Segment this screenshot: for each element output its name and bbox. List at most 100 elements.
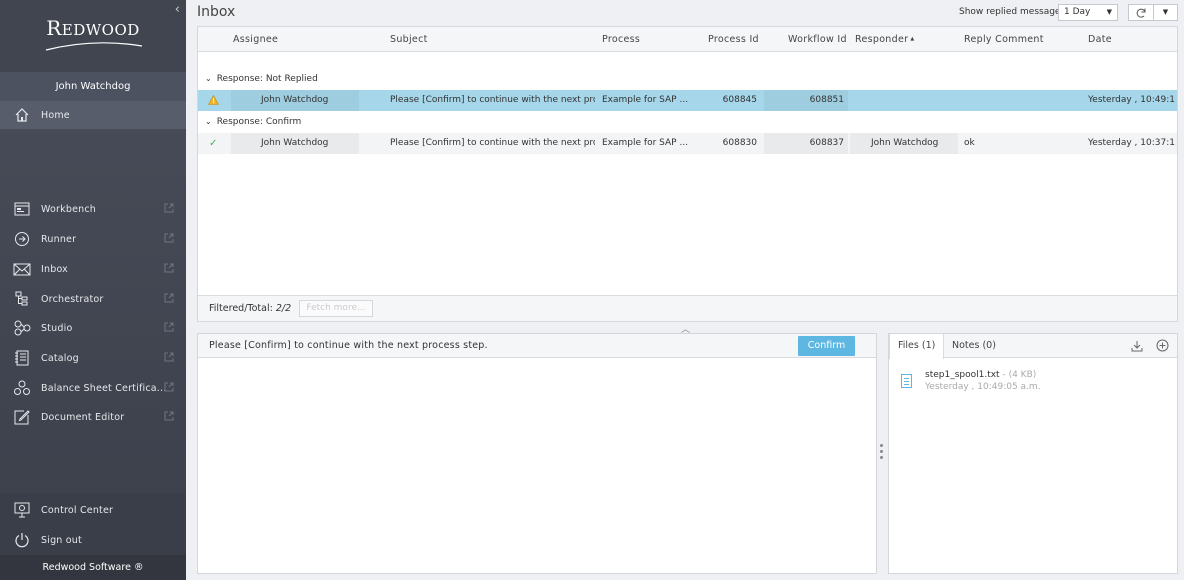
refresh-button[interactable] — [1128, 4, 1154, 21]
document-editor-icon — [11, 408, 33, 426]
control-center-icon — [11, 501, 33, 519]
col-assignee[interactable]: Assignee — [233, 27, 278, 52]
nav-balance-sheet[interactable]: Balance Sheet Certifica... — [0, 373, 186, 403]
text-file-icon — [901, 374, 912, 388]
collapse-sidebar-icon[interactable]: ‹ — [175, 2, 180, 17]
cell-responder: John Watchdog — [850, 133, 958, 154]
open-external-icon[interactable] — [164, 411, 174, 421]
nav-studio[interactable]: Studio — [0, 313, 186, 343]
cell-reply-comment — [964, 90, 1074, 111]
group-confirm[interactable]: ⌄ Response: Confirm — [198, 112, 1177, 132]
cell-workflow-id: 608837 — [764, 133, 848, 154]
page-title: Inbox — [197, 4, 236, 20]
col-date[interactable]: Date — [1088, 27, 1112, 52]
panel-resize-handle[interactable] — [880, 444, 884, 462]
col-workflow-id[interactable]: Workflow Id — [788, 27, 847, 52]
catalog-icon — [11, 349, 33, 367]
home-icon — [11, 106, 33, 124]
tab-files[interactable]: Files (1) — [889, 334, 945, 359]
confirm-button[interactable]: Confirm — [798, 336, 855, 356]
nav-sign-out[interactable]: Sign out — [0, 525, 186, 555]
col-process[interactable]: Process — [602, 27, 640, 52]
col-reply-comment[interactable]: Reply Comment — [964, 27, 1044, 52]
logo-area: ‹ REDWOOD — [0, 0, 186, 72]
checkmark-icon: ✓ — [209, 138, 218, 149]
refresh-options-dropdown[interactable]: ▼ — [1154, 4, 1178, 21]
open-external-icon[interactable] — [164, 382, 174, 392]
fetch-more-button[interactable]: Fetch more... — [299, 300, 373, 317]
cell-process: Example for SAP ... — [602, 138, 689, 148]
open-external-icon[interactable] — [164, 352, 174, 362]
nav-home[interactable]: Home — [0, 101, 186, 129]
file-name-text: step1_spool1.txt — [925, 370, 1000, 380]
open-external-icon[interactable] — [164, 233, 174, 243]
table-row[interactable]: John Watchdog Please [Confirm] to contin… — [198, 90, 1177, 111]
nav-runner-label: Runner — [41, 233, 77, 245]
nav-studio-label: Studio — [41, 322, 73, 334]
cell-subject: Please [Confirm] to continue with the ne… — [390, 138, 595, 148]
message-text: Please [Confirm] to continue with the ne… — [209, 340, 488, 351]
nav-runner[interactable]: Runner — [0, 224, 186, 254]
nav-orchestrator[interactable]: Orchestrator — [0, 284, 186, 314]
cell-date: Yesterday , 10:37:1... — [1088, 138, 1176, 148]
files-header: Files (1) Notes (0) — [889, 334, 1177, 359]
sidebar: ‹ REDWOOD John Watchdog Home Workbench R… — [0, 0, 186, 580]
col-responder[interactable]: Responder ▲ — [855, 27, 914, 52]
col-responder-label: Responder — [855, 34, 909, 45]
replied-range-value: 1 Day — [1064, 7, 1091, 17]
chevron-down-icon: ⌄ — [205, 117, 212, 126]
chevron-down-icon: ⌄ — [205, 74, 212, 83]
cell-process: Example for SAP ... — [602, 95, 689, 105]
cell-workflow-id: 608851 — [764, 90, 848, 111]
file-date: Yesterday , 10:49:05 a.m. — [925, 382, 1041, 392]
file-name[interactable]: step1_spool1.txt - (4 KB) — [925, 370, 1036, 380]
cell-process-id: 608830 — [722, 138, 757, 148]
grid-header: Assignee Subject Process Process Id Work… — [198, 27, 1177, 52]
nav-inbox[interactable]: Inbox — [0, 254, 186, 284]
open-external-icon[interactable] — [164, 293, 174, 303]
user-name[interactable]: John Watchdog — [0, 72, 186, 102]
studio-icon — [11, 319, 33, 337]
nav-inbox-label: Inbox — [41, 263, 68, 275]
nav-document-editor[interactable]: Document Editor — [0, 402, 186, 432]
table-row[interactable]: ✓ John Watchdog Please [Confirm] to cont… — [198, 133, 1177, 154]
cell-process-id: 608845 — [722, 95, 757, 105]
inbox-icon — [11, 260, 33, 278]
nav-control-center-label: Control Center — [41, 504, 114, 516]
open-external-icon[interactable] — [164, 322, 174, 332]
message-panel: Please [Confirm] to continue with the ne… — [197, 333, 877, 574]
warning-icon — [208, 90, 219, 111]
footer-brand: Redwood Software ® — [0, 555, 186, 580]
inbox-grid: Assignee Subject Process Process Id Work… — [197, 26, 1178, 322]
cell-subject: Please [Confirm] to continue with the ne… — [390, 95, 595, 105]
cell-reply-comment: ok — [964, 138, 975, 148]
add-icon[interactable] — [1156, 339, 1169, 352]
nav-document-editor-label: Document Editor — [41, 411, 125, 423]
group-label: Response: Confirm — [216, 117, 302, 127]
runner-icon — [11, 230, 33, 248]
replied-range-select[interactable]: 1 Day ▼ — [1058, 4, 1118, 21]
redwood-logo: REDWOOD — [46, 16, 140, 40]
nav-catalog[interactable]: Catalog — [0, 343, 186, 373]
nav-control-center[interactable]: Control Center — [0, 495, 186, 525]
logo-swoosh-icon — [45, 42, 143, 51]
filtered-total-value: 2/2 — [275, 303, 292, 314]
col-process-id[interactable]: Process Id — [708, 27, 759, 52]
cell-responder — [871, 90, 961, 111]
download-icon[interactable] — [1131, 340, 1143, 352]
cell-date: Yesterday , 10:49:1... — [1088, 95, 1176, 105]
open-external-icon[interactable] — [164, 203, 174, 213]
tab-notes[interactable]: Notes (0) — [944, 334, 1004, 358]
file-size: - (4 KB) — [999, 370, 1037, 380]
power-icon — [11, 531, 33, 549]
open-external-icon[interactable] — [164, 263, 174, 273]
cell-assignee: John Watchdog — [231, 133, 359, 154]
group-not-replied[interactable]: ⌄ Response: Not Replied — [198, 69, 1177, 89]
filtered-total-label: Filtered/Total: — [209, 303, 273, 314]
col-subject[interactable]: Subject — [390, 27, 428, 52]
balance-sheet-icon — [11, 379, 33, 397]
nav-workbench[interactable]: Workbench — [0, 194, 186, 224]
group-label: Response: Not Replied — [216, 74, 318, 84]
nav-catalog-label: Catalog — [41, 352, 79, 364]
nav-home-label: Home — [41, 109, 70, 121]
